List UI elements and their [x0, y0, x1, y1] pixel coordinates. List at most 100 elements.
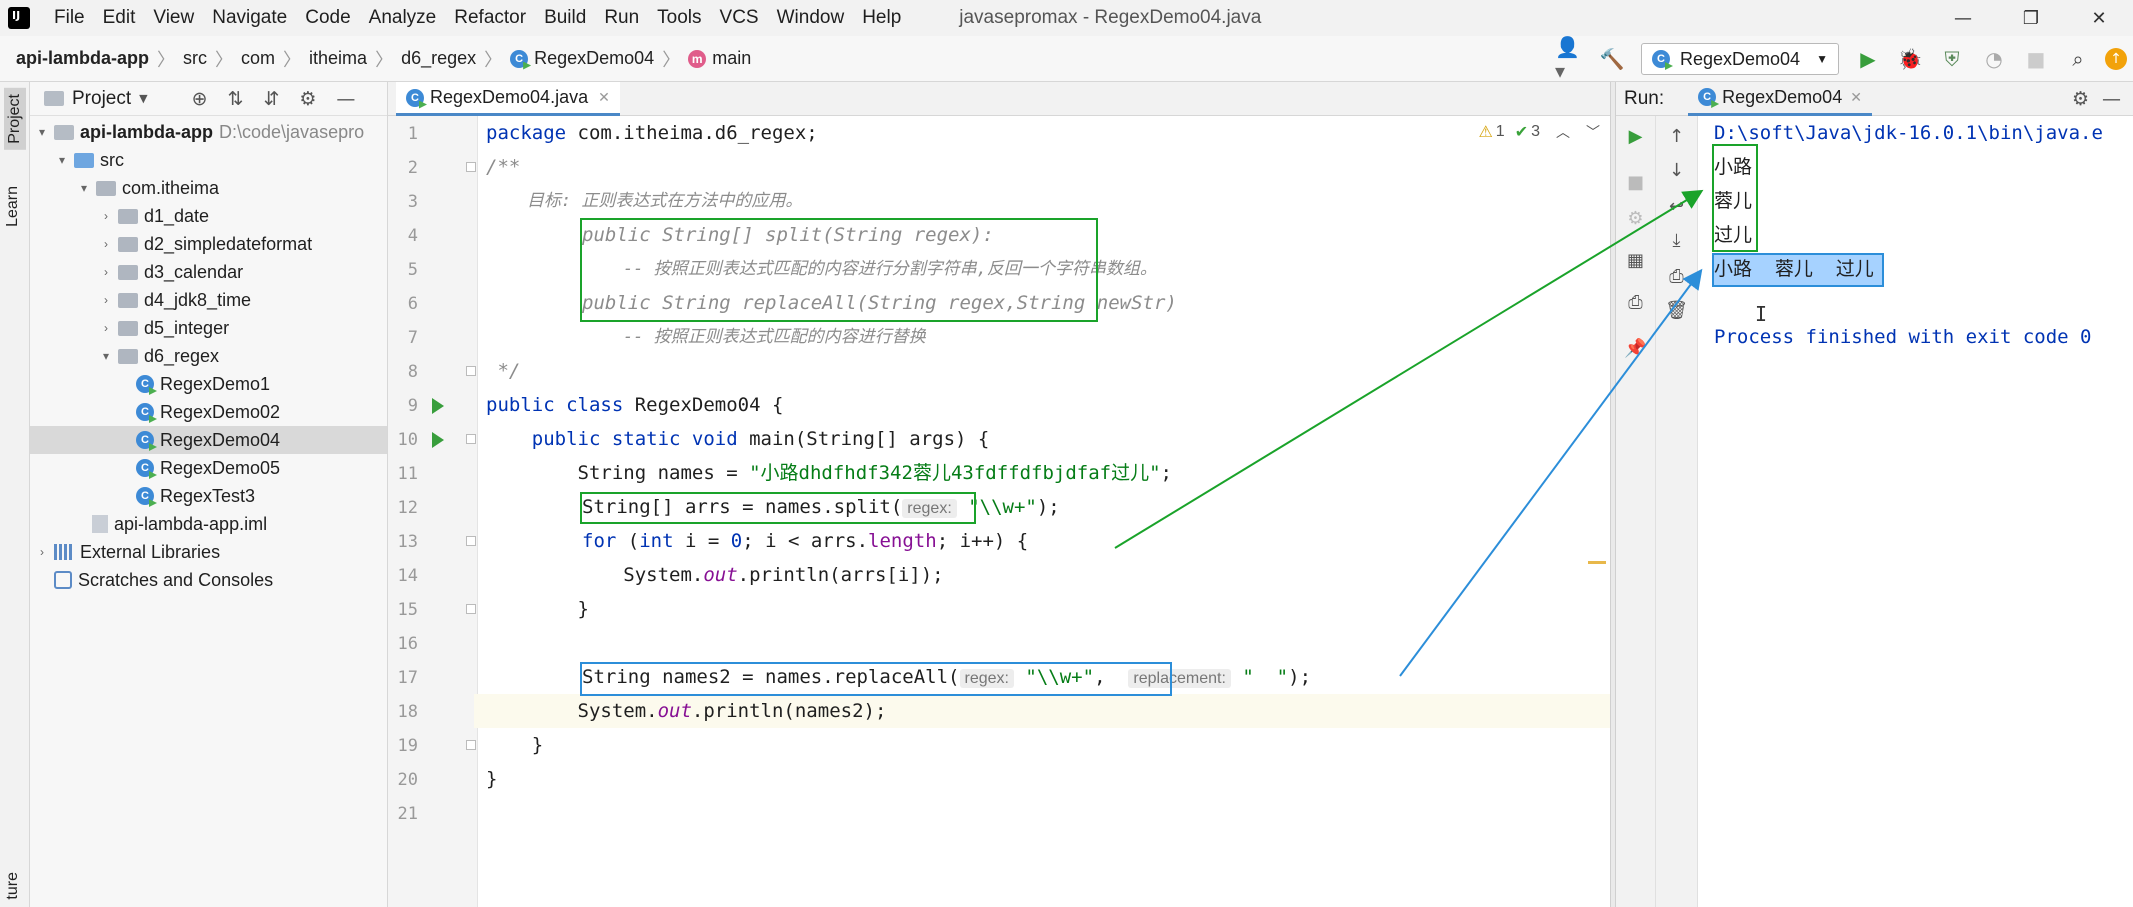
run-configuration-select[interactable]: C RegexDemo04 ▼: [1641, 43, 1839, 75]
menu-analyze[interactable]: Analyze: [369, 7, 437, 29]
arrow-up-icon[interactable]: ↑: [1656, 126, 1697, 147]
scroll-to-end-icon[interactable]: ⤓: [1656, 230, 1697, 251]
breadcrumb-src[interactable]: src: [183, 48, 207, 69]
tree-item-d2-simpledateformat[interactable]: › d2_simpledateformat: [30, 230, 387, 258]
locate-icon[interactable]: ⊕: [192, 88, 208, 110]
update-icon[interactable]: ↑: [2105, 48, 2127, 70]
chevron-down-icon[interactable]: ▾: [34, 125, 50, 139]
chevron-down-icon[interactable]: ﹀: [1586, 122, 1600, 142]
gear-icon[interactable]: ⚙: [2072, 88, 2089, 110]
profile-icon[interactable]: ◔: [1979, 44, 2009, 74]
close-tab-icon[interactable]: ✕: [598, 89, 610, 106]
tree-item-src[interactable]: ▾ src: [30, 146, 387, 174]
chevron-right-icon[interactable]: ›: [98, 293, 114, 307]
hide-panel-icon[interactable]: —: [336, 88, 355, 110]
arrow-down-icon[interactable]: ↓: [1656, 160, 1697, 181]
tree-item-d3-calendar[interactable]: › d3_calendar: [30, 258, 387, 286]
chevron-right-icon[interactable]: ›: [98, 209, 114, 223]
scrollbar-marker[interactable]: [1588, 561, 1606, 564]
user-icon[interactable]: 👤▾: [1555, 35, 1585, 83]
stop-icon[interactable]: ■: [2021, 44, 2051, 74]
inspection-status[interactable]: ⚠ 1 ✔ 3 ︿ ﹀: [1478, 122, 1600, 142]
editor-tab-regexdemo04[interactable]: C RegexDemo04.java ✕: [396, 82, 620, 116]
pin-icon[interactable]: 📌: [1616, 338, 1655, 359]
menu-file[interactable]: File: [54, 7, 85, 29]
chevron-right-icon[interactable]: ›: [98, 321, 114, 335]
fold-icon[interactable]: [466, 740, 476, 750]
menu-view[interactable]: View: [153, 7, 194, 29]
menu-build[interactable]: Build: [544, 7, 586, 29]
chevron-down-icon[interactable]: ▼: [139, 92, 147, 105]
debug-gear-icon[interactable]: ⚙: [1616, 208, 1655, 229]
menu-edit[interactable]: Edit: [103, 7, 136, 29]
chevron-right-icon[interactable]: ›: [34, 545, 50, 559]
fold-icon[interactable]: [466, 604, 476, 614]
menu-navigate[interactable]: Navigate: [212, 7, 287, 29]
chevron-right-icon[interactable]: ›: [98, 265, 114, 279]
rerun-icon[interactable]: ▶: [1616, 126, 1655, 147]
coverage-icon[interactable]: ⛨: [1937, 44, 1967, 74]
tree-item-regexdemo05[interactable]: C RegexDemo05: [30, 454, 387, 482]
tree-item-d6-regex[interactable]: ▾ d6_regex: [30, 342, 387, 370]
menu-code[interactable]: Code: [305, 7, 350, 29]
chevron-down-icon[interactable]: ▾: [54, 153, 70, 167]
fold-icon[interactable]: [466, 162, 476, 172]
menu-run[interactable]: Run: [604, 7, 639, 29]
tree-item-regextest3[interactable]: C RegexTest3: [30, 482, 387, 510]
hide-panel-icon[interactable]: —: [2102, 88, 2121, 110]
expand-all-icon[interactable]: ⇅: [228, 88, 244, 110]
tree-item-d5-integer[interactable]: › d5_integer: [30, 314, 387, 342]
breadcrumb-d6-regex[interactable]: d6_regex: [401, 48, 476, 69]
close-window-icon[interactable]: ✕: [2065, 0, 2133, 36]
close-tab-icon[interactable]: ✕: [1850, 89, 1862, 106]
restore-window-icon[interactable]: ❐: [1997, 0, 2065, 36]
chevron-up-icon[interactable]: ︿: [1556, 122, 1570, 142]
tree-item-scratches[interactable]: Scratches and Consoles: [30, 566, 387, 594]
stop-icon[interactable]: ■: [1616, 172, 1655, 193]
print-icon[interactable]: ⎙: [1616, 292, 1655, 313]
console-output[interactable]: D:\soft\Java\jdk-16.0.1\bin\java.e 小路 蓉儿…: [1698, 116, 2133, 907]
tool-tab-structure[interactable]: ture: [4, 872, 22, 900]
breadcrumb-class[interactable]: C RegexDemo04: [510, 48, 654, 69]
project-panel-title[interactable]: Project: [72, 88, 131, 110]
code-editor[interactable]: ⚠ 1 ✔ 3 ︿ ﹀ package com.itheima.d6_regex…: [474, 116, 1610, 907]
menu-refactor[interactable]: Refactor: [454, 7, 526, 29]
chevron-right-icon[interactable]: ›: [98, 237, 114, 251]
print-icon[interactable]: ⎙: [1656, 266, 1697, 287]
menu-window[interactable]: Window: [777, 7, 845, 29]
run-main-gutter-icon[interactable]: [432, 432, 444, 448]
minimize-window-icon[interactable]: —: [1929, 0, 1997, 36]
menu-help[interactable]: Help: [862, 7, 901, 29]
tree-item-iml[interactable]: api-lambda-app.iml: [30, 510, 387, 538]
tool-tab-project[interactable]: Project: [4, 88, 26, 150]
search-icon[interactable]: ⌕: [2063, 44, 2093, 74]
breadcrumb-itheima[interactable]: itheima: [309, 48, 367, 69]
tree-item-package[interactable]: ▾ com.itheima: [30, 174, 387, 202]
menu-tools[interactable]: Tools: [657, 7, 701, 29]
trash-icon[interactable]: 🗑: [1656, 300, 1697, 321]
run-tab-regexdemo04[interactable]: C RegexDemo04 ✕: [1688, 82, 1872, 116]
breadcrumb-method[interactable]: m main: [688, 48, 751, 69]
tree-item-regexdemo02[interactable]: C RegexDemo02: [30, 398, 387, 426]
tree-item-d4-jdk8-time[interactable]: › d4_jdk8_time: [30, 286, 387, 314]
run-class-gutter-icon[interactable]: [432, 398, 444, 414]
fold-icon[interactable]: [466, 434, 476, 444]
breadcrumb-com[interactable]: com: [241, 48, 275, 69]
run-icon[interactable]: ▶: [1853, 44, 1883, 74]
layout-icon[interactable]: ▦: [1616, 250, 1655, 271]
tool-tab-learn[interactable]: Learn: [4, 186, 22, 227]
fold-icon[interactable]: [466, 366, 476, 376]
soft-wrap-icon[interactable]: ↩: [1656, 196, 1697, 217]
tree-item-external-libraries[interactable]: › External Libraries: [30, 538, 387, 566]
chevron-down-icon[interactable]: ▾: [76, 181, 92, 195]
tree-item-regexdemo1[interactable]: C RegexDemo1: [30, 370, 387, 398]
gear-icon[interactable]: ⚙: [299, 88, 316, 110]
tree-item-regexdemo04[interactable]: C RegexDemo04: [30, 426, 387, 454]
debug-icon[interactable]: 🐞: [1895, 44, 1925, 74]
tree-item-project-root[interactable]: ▾ api-lambda-app D:\code\javasepro: [30, 118, 387, 146]
chevron-down-icon[interactable]: ▾: [98, 349, 114, 363]
build-hammer-icon[interactable]: 🔨: [1597, 44, 1627, 74]
fold-icon[interactable]: [466, 536, 476, 546]
tree-item-d1-date[interactable]: › d1_date: [30, 202, 387, 230]
collapse-all-icon[interactable]: ⇵: [263, 88, 279, 110]
